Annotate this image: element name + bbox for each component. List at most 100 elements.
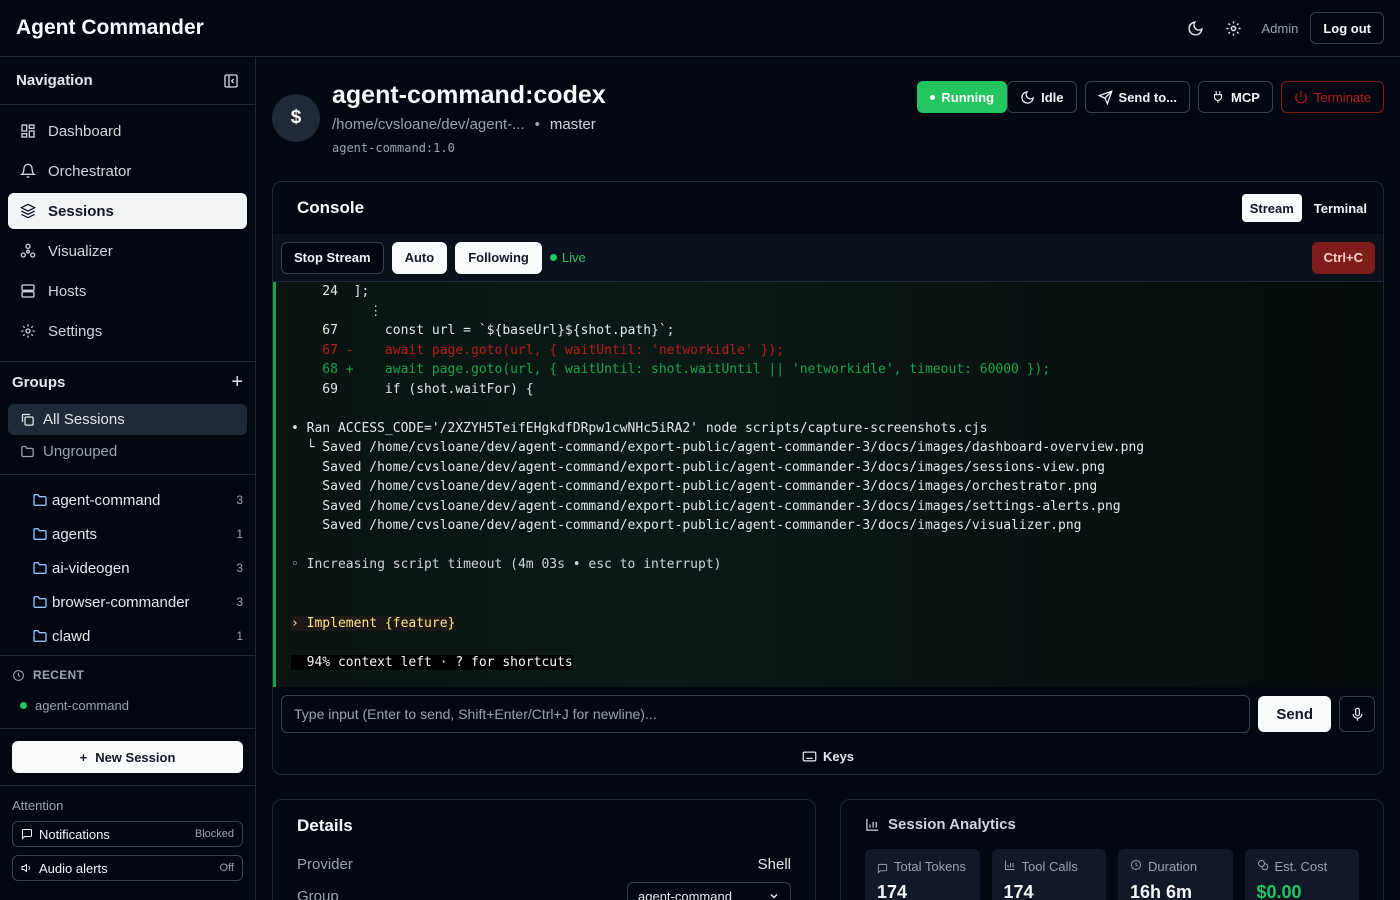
- terminal-line: Saved /home/cvsloane/dev/agent-command/e…: [291, 516, 1383, 536]
- message-icon: [877, 863, 888, 874]
- stat-label: Duration: [1148, 859, 1198, 874]
- terminal-line-text: 67 const url = `${baseUrl}${shot.path}`;: [291, 323, 675, 338]
- network-icon: [20, 243, 36, 259]
- nav-item-hosts[interactable]: Hosts: [8, 273, 247, 309]
- add-group-plus-icon[interactable]: +: [231, 372, 243, 392]
- nav-item-settings[interactable]: Settings: [8, 313, 247, 349]
- audio-alerts-toggle[interactable]: Audio alerts Off: [12, 855, 243, 881]
- stat-label: Total Tokens: [894, 859, 967, 874]
- detail-value: Shell: [757, 855, 791, 873]
- session-meta: /home/cvsloane/dev/agent-... • master: [332, 116, 606, 133]
- group-count: 1: [236, 629, 243, 643]
- detail-row-group: Group agent-command: [297, 880, 791, 900]
- terminal-line: Saved /home/cvsloane/dev/agent-command/e…: [291, 477, 1383, 497]
- terminal-output[interactable]: 24 ]; ⋮ 67 const url = `${baseUrl}${shot…: [273, 282, 1383, 687]
- terminal-line-text: └ Saved /home/cvsloane/dev/agent-command…: [291, 440, 1145, 455]
- recent-title: RECENT: [33, 668, 85, 682]
- terminal-line-text: Saved /home/cvsloane/dev/agent-command/e…: [291, 459, 1105, 475]
- attention-title: Attention: [12, 798, 64, 813]
- analytics-header: Session Analytics: [865, 816, 1359, 833]
- group-filter-ungrouped[interactable]: Ungrouped: [8, 436, 247, 467]
- ctrl-c-button[interactable]: Ctrl+C: [1311, 241, 1375, 274]
- group-select[interactable]: agent-command: [627, 882, 791, 900]
- sidebar: Navigation Dashboard Orchestrator Sessio…: [0, 57, 256, 900]
- tab-stream[interactable]: Stream: [1241, 194, 1302, 222]
- session-analytics-card: Session Analytics Total Tokens 174 Tool …: [840, 799, 1384, 900]
- stop-stream-button[interactable]: Stop Stream: [281, 241, 384, 274]
- tab-terminal[interactable]: Terminal: [1306, 194, 1375, 222]
- stat-value: 16h 6m: [1130, 882, 1193, 900]
- send-to-label: Send to...: [1118, 89, 1178, 105]
- send-to-button[interactable]: Send to...: [1084, 81, 1191, 113]
- group-item-clawd[interactable]: clawd 1: [0, 619, 255, 653]
- stat-total-tokens: Total Tokens 174: [865, 849, 980, 900]
- top-bar: Agent Commander Admin Log out: [0, 0, 1400, 57]
- command-input[interactable]: [281, 695, 1251, 733]
- terminal-line: 67 const url = `${baseUrl}${shot.path}`;: [291, 321, 1383, 341]
- terminate-button[interactable]: Terminate: [1280, 81, 1384, 113]
- keys-button[interactable]: Keys: [273, 741, 1383, 771]
- group-filter-all-sessions[interactable]: All Sessions: [8, 404, 247, 435]
- terminal-line: • Ran ACCESS_CODE='/2XZYH5TeifEHgkdfDRpw…: [291, 419, 1383, 439]
- meta-separator: •: [534, 116, 540, 133]
- stat-duration: Duration 16h 6m: [1118, 849, 1233, 900]
- group-item-browser-commander[interactable]: browser-commander 3: [0, 585, 255, 619]
- auto-button[interactable]: Auto: [391, 241, 448, 274]
- recent-item[interactable]: agent-command: [0, 694, 255, 716]
- logout-button[interactable]: Log out: [1310, 12, 1384, 44]
- console-toolbar: Stop Stream Auto Following Live Ctrl+C: [273, 234, 1383, 282]
- nav-item-visualizer[interactable]: Visualizer: [8, 233, 247, 269]
- folder-icon: [32, 560, 48, 576]
- terminal-line-text: 68 + await page.goto(url, { waitUntil: s…: [291, 362, 1051, 377]
- microphone-button[interactable]: [1339, 696, 1375, 732]
- notifications-toggle[interactable]: Notifications Blocked: [12, 821, 243, 847]
- session-image: agent-command:1.0: [332, 141, 455, 155]
- main-content: $ agent-command:codex /home/cvsloane/dev…: [256, 57, 1400, 900]
- moon-icon: [1020, 90, 1035, 105]
- group-item-ai-videogen[interactable]: ai-videogen 3: [0, 551, 255, 585]
- detail-label: Group: [297, 887, 339, 900]
- terminal-line: Saved /home/cvsloane/dev/agent-command/e…: [291, 497, 1383, 517]
- group-select-value: agent-command: [638, 888, 732, 900]
- group-item-agent-command[interactable]: agent-command 3: [0, 483, 255, 517]
- idle-button[interactable]: Idle: [1007, 81, 1077, 113]
- nav-item-label: Orchestrator: [48, 162, 132, 180]
- terminal-line-text: ◦ Increasing script timeout (4m 03s • es…: [291, 557, 722, 572]
- settings-gear-icon[interactable]: [1217, 12, 1249, 44]
- chat-icon: [21, 828, 33, 840]
- coins-icon: [1257, 859, 1269, 871]
- new-session-wrap: + New Session: [0, 729, 255, 785]
- nav-item-sessions[interactable]: Sessions: [8, 193, 247, 229]
- session-actions: Running Idle Send to... MCP Terminate: [917, 81, 1384, 113]
- terminal-line-text: 24 ];: [291, 284, 370, 299]
- console-header: Console Stream Terminal: [273, 182, 1383, 234]
- plus-icon: +: [79, 749, 88, 765]
- session-info: agent-command:codex /home/cvsloane/dev/a…: [332, 81, 606, 155]
- following-button[interactable]: Following: [455, 241, 542, 274]
- gear-icon: [20, 323, 36, 339]
- mcp-button[interactable]: MCP: [1198, 81, 1273, 113]
- clock-icon: [12, 669, 25, 682]
- theme-toggle-moon-icon[interactable]: [1179, 12, 1211, 44]
- nav-item-orchestrator[interactable]: Orchestrator: [8, 153, 247, 189]
- session-avatar: $: [272, 94, 320, 142]
- send-button[interactable]: Send: [1258, 696, 1331, 732]
- nav-item-label: Settings: [48, 322, 103, 340]
- stat-value: 174: [1003, 882, 1034, 900]
- live-label: Live: [561, 250, 586, 265]
- running-status-button[interactable]: Running: [917, 81, 1008, 113]
- terminal-line: 94% context left · ? for shortcuts: [291, 653, 1383, 673]
- sidebar-collapse-icon[interactable]: [223, 73, 239, 89]
- detail-row-provider: Provider Shell: [297, 848, 791, 880]
- terminal-line-text: Saved /home/cvsloane/dev/agent-command/e…: [291, 479, 1098, 494]
- idle-label: Idle: [1041, 89, 1064, 105]
- nav-item-dashboard[interactable]: Dashboard: [8, 113, 247, 149]
- terminal-line-text: 69 if (shot.waitFor) {: [291, 381, 534, 397]
- new-session-button[interactable]: + New Session: [12, 741, 243, 773]
- mcp-label: MCP: [1231, 89, 1260, 105]
- group-item-agents[interactable]: agents 1: [0, 517, 255, 551]
- terminal-line: ⋮: [291, 302, 1383, 322]
- live-indicator: Live: [549, 250, 586, 265]
